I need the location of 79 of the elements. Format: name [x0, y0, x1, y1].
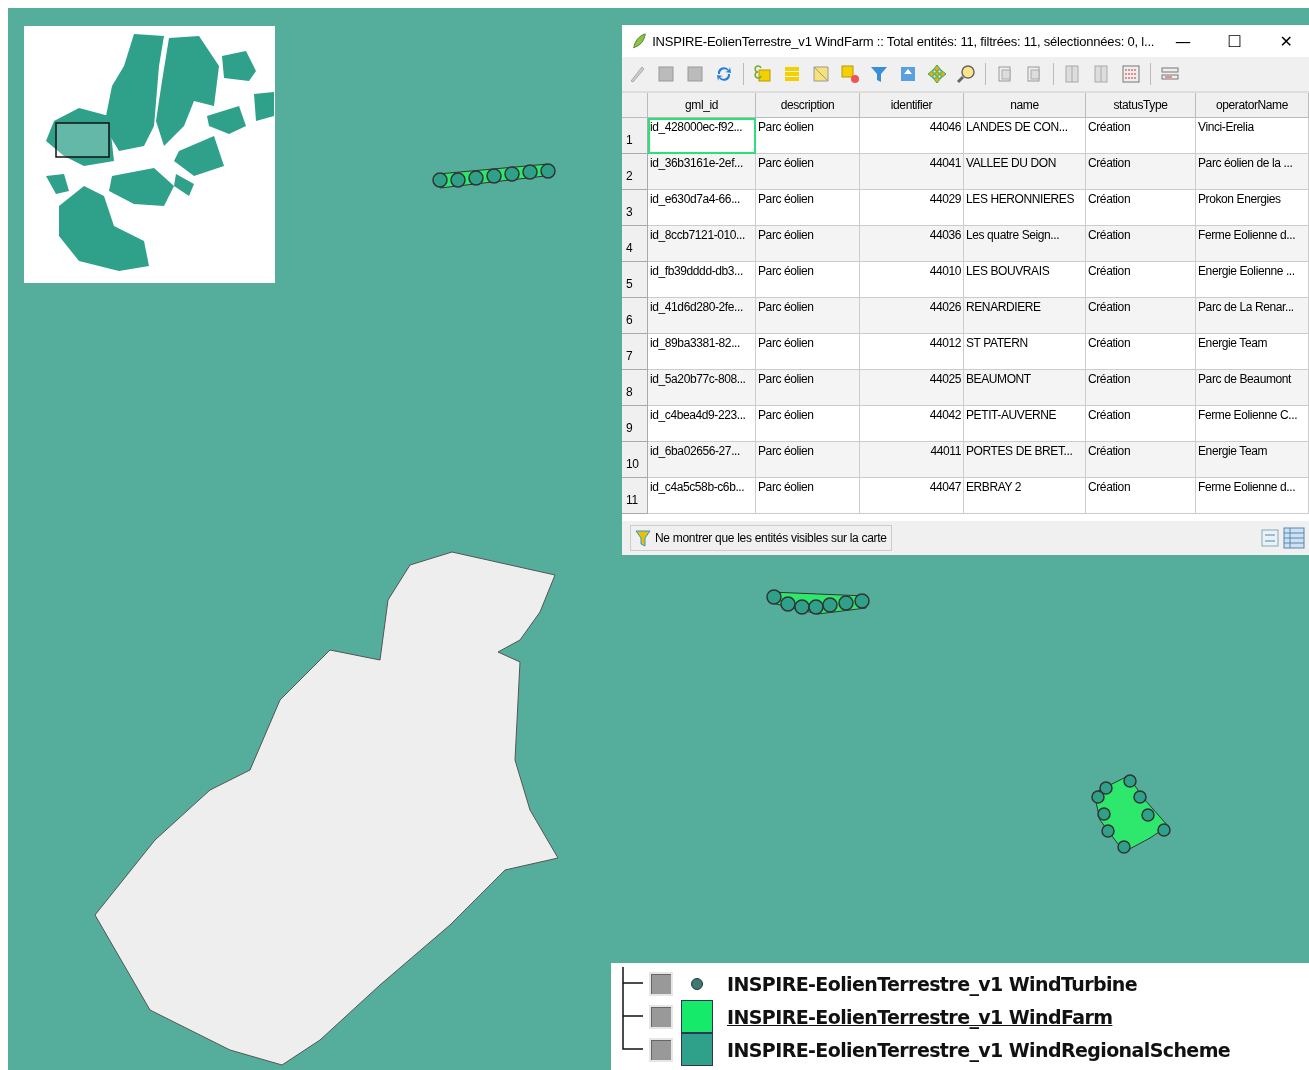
table-cell: Energie Team — [1196, 442, 1309, 478]
row-number[interactable]: 4 — [622, 226, 648, 262]
table-cell: id_36b3161e-2ef... — [648, 154, 756, 190]
table-cell: Création — [1086, 226, 1196, 262]
table-cell: Parc éolien — [756, 370, 860, 406]
table-cell: Ferme Eolienne d... — [1196, 226, 1309, 262]
table-cell: 44025 — [860, 370, 964, 406]
row-number[interactable]: 3 — [622, 190, 648, 226]
table-cell: id_c4a5c58b-c6b... — [648, 478, 756, 514]
column-header[interactable]: operatorName — [1196, 93, 1309, 118]
pan-icon[interactable] — [927, 64, 947, 84]
table-cell: id_8ccb7121-010... — [648, 226, 756, 262]
table-cell: Parc éolien de la ... — [1196, 154, 1309, 190]
zoom-icon[interactable] — [956, 64, 976, 84]
overview-map[interactable] — [24, 26, 275, 283]
row-number[interactable]: 6 — [622, 298, 648, 334]
table-cell: Parc éolien — [756, 154, 860, 190]
row-number[interactable]: 7 — [622, 334, 648, 370]
table-cell: Création — [1086, 478, 1196, 514]
table-cell: Parc éolien — [756, 226, 860, 262]
table-cell: Les quatre Seign... — [964, 226, 1086, 262]
layer-checkbox[interactable] — [649, 1037, 673, 1062]
table-cell: Parc de La Renar... — [1196, 298, 1309, 334]
table-cell: Ferme Eolienne d... — [1196, 478, 1309, 514]
table-cell: Parc éolien — [756, 298, 860, 334]
table-cell: Parc éolien — [756, 442, 860, 478]
row-number[interactable]: 8 — [622, 370, 648, 406]
table-cell: Création — [1086, 370, 1196, 406]
table-cell: Création — [1086, 298, 1196, 334]
visible-features-filter-button[interactable]: Ne montrer que les entités visibles sur la carte — [630, 525, 892, 551]
form-view-icon[interactable] — [1260, 528, 1280, 548]
table-cell: id_428000ec-f92... — [648, 118, 756, 154]
table-cell: Parc éolien — [756, 478, 860, 514]
column-header[interactable]: gml_id — [648, 93, 756, 118]
window-title: INSPIRE-EolienTerrestre_v1 WindFarm :: Total entités: 11, filtrées: 11, sélectionnées: 0, l... — [652, 33, 1155, 49]
layer-name[interactable]: INSPIRE-EolienTerrestre_v1 WindRegionalScheme — [727, 1038, 1231, 1061]
table-cell: id_41d6d280-2fe... — [648, 298, 756, 334]
viewport-frame[interactable] — [55, 122, 110, 158]
table-cell: id_5a20b77c-808... — [648, 370, 756, 406]
table-cell: Création — [1086, 154, 1196, 190]
column-header[interactable]: statusType — [1086, 93, 1196, 118]
table-cell: ERBRAY 2 — [964, 478, 1086, 514]
leaf-icon — [632, 32, 647, 50]
filter-icon[interactable] — [869, 64, 889, 84]
layer-name[interactable]: INSPIRE-EolienTerrestre_v1 WindTurbine — [727, 972, 1138, 995]
row-number[interactable]: 5 — [622, 262, 648, 298]
table-cell: 44047 — [860, 478, 964, 514]
table-cell: 44036 — [860, 226, 964, 262]
column-header[interactable]: identifier — [860, 93, 964, 118]
row-number[interactable]: 10 — [622, 442, 648, 478]
table-cell: id_6ba02656-27... — [648, 442, 756, 478]
tree-branch-line — [619, 967, 643, 1000]
deselect-icon[interactable] — [840, 64, 860, 84]
row-number[interactable]: 11 — [622, 478, 648, 514]
table-cell: Création — [1086, 442, 1196, 478]
table-cell: BEAUMONT — [964, 370, 1086, 406]
column-header[interactable]: description — [756, 93, 860, 118]
expression-icon[interactable] — [753, 64, 773, 84]
layer-checkbox[interactable] — [649, 1004, 673, 1029]
layer-checkbox[interactable] — [649, 971, 673, 996]
map-canvas[interactable] — [8, 8, 1309, 1070]
table-cell: VALLEE DU DON — [964, 154, 1086, 190]
table-cell: Parc de Beaumont — [1196, 370, 1309, 406]
column-header[interactable]: name — [964, 93, 1086, 118]
row-number[interactable]: 2 — [622, 154, 648, 190]
table-cell: PORTES DE BRET... — [964, 442, 1086, 478]
table-cell: 44026 — [860, 298, 964, 334]
calculator-icon[interactable] — [1121, 64, 1141, 84]
table-cell: 44041 — [860, 154, 964, 190]
table-cell: 44011 — [860, 442, 964, 478]
refresh-icon[interactable] — [714, 64, 734, 84]
row-number[interactable]: 1 — [622, 118, 648, 154]
move-top-icon[interactable] — [898, 64, 918, 84]
row-number[interactable]: 9 — [622, 406, 648, 442]
filter-icon — [635, 529, 651, 547]
table-view-icon[interactable] — [1283, 527, 1305, 549]
layer-name[interactable]: INSPIRE-EolienTerrestre_v1 WindFarm — [727, 1005, 1113, 1028]
rows-icon[interactable] — [782, 64, 802, 84]
table-cell: RENARDIERE — [964, 298, 1086, 334]
